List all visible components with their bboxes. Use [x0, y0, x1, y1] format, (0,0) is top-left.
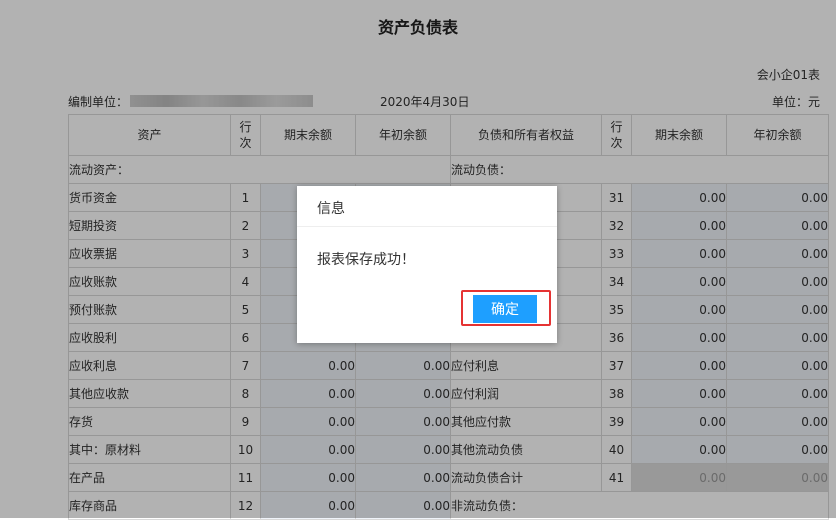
info-dialog: 信息 报表保存成功！ 确定 [297, 186, 557, 343]
dialog-title: 信息 [317, 201, 345, 217]
dialog-message: 报表保存成功！ [317, 252, 415, 268]
dialog-header: 信息 [297, 186, 557, 227]
ok-button[interactable]: 确定 [473, 295, 537, 323]
